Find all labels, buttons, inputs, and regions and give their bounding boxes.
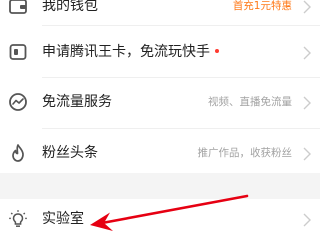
menu-item-lab[interactable]: 实验室	[0, 199, 320, 239]
lightbulb-icon	[8, 209, 28, 229]
divider	[42, 77, 320, 78]
divider	[42, 128, 320, 129]
traffic-meter-icon	[8, 92, 28, 112]
menu-item-label: 粉丝头条	[42, 145, 98, 161]
notification-dot	[215, 49, 219, 53]
menu-item-label: 申请腾讯王卡，免流玩快手	[42, 44, 219, 60]
section-gap	[0, 173, 320, 199]
wallet-promo-text: 首充1元特惠	[232, 0, 292, 12]
wang-card-text: 申请腾讯王卡，免流玩快手	[42, 44, 210, 60]
menu-item-wang-card[interactable]: 申请腾讯王卡，免流玩快手	[0, 33, 320, 71]
menu-item-label: 我的钱包	[42, 0, 98, 14]
chevron-right-icon	[302, 95, 312, 110]
chevron-right-icon	[302, 146, 312, 161]
menu-item-wallet[interactable]: 我的钱包 首充1元特惠	[0, 0, 320, 25]
chevron-right-icon	[302, 45, 312, 60]
menu-item-label: 免流量服务	[42, 94, 112, 110]
divider	[42, 25, 320, 26]
menu-item-label: 实验室	[42, 211, 84, 227]
menu-item-fans-headline[interactable]: 粉丝头条 推广作品，收获粉丝	[0, 134, 320, 172]
menu-item-hint: 推广作品，收获粉丝	[197, 147, 293, 159]
menu-item-free-traffic[interactable]: 免流量服务 视频、直播免流量	[0, 83, 320, 121]
sim-card-icon	[8, 42, 28, 62]
flame-icon	[8, 143, 28, 163]
wallet-icon	[8, 0, 28, 16]
profile-menu-screen: 我的钱包 首充1元特惠 申请腾讯王卡，免流玩快手 免流量服务 视频、直播免流量	[0, 0, 320, 239]
chevron-right-icon	[302, 0, 312, 14]
chevron-right-icon	[302, 212, 312, 227]
menu-item-hint: 视频、直播免流量	[208, 96, 292, 108]
